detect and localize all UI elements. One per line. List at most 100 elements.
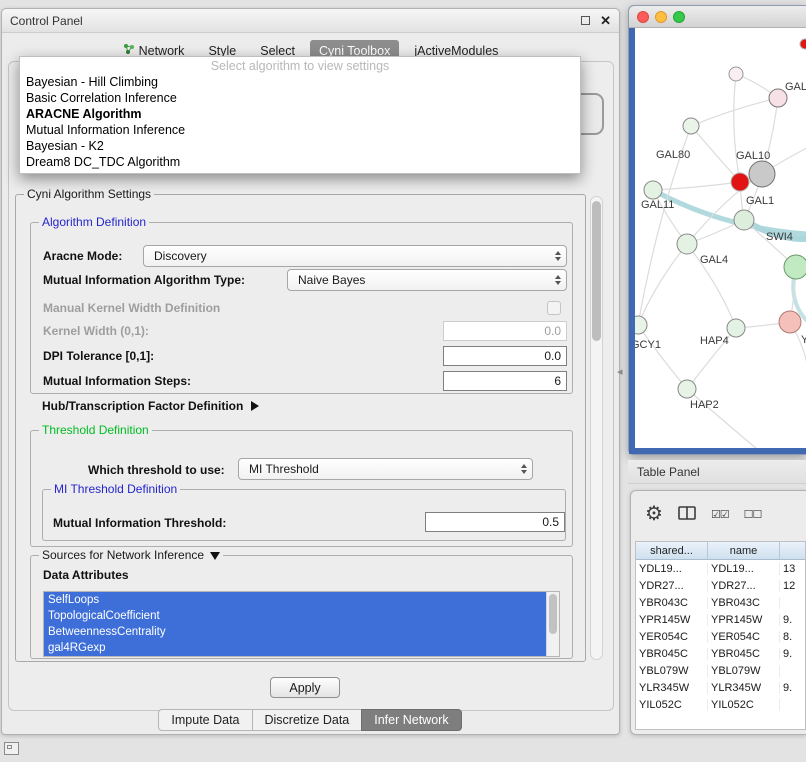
tab-discretize-data[interactable]: Discretize Data bbox=[252, 709, 363, 731]
threshold-type-select[interactable]: MI Threshold bbox=[238, 458, 533, 480]
network-node-red-node[interactable] bbox=[731, 173, 749, 191]
table-row[interactable]: YPR145WYPR145W9. bbox=[636, 611, 805, 628]
table-row[interactable]: YBL079WYBL079W bbox=[636, 662, 805, 679]
network-edge[interactable] bbox=[691, 126, 740, 182]
network-node-hap4-node[interactable] bbox=[727, 319, 745, 337]
table-cell: 9. bbox=[780, 682, 805, 694]
network-node-green-small-top[interactable] bbox=[683, 118, 699, 134]
attribute-item[interactable]: SelfLoops bbox=[44, 592, 546, 608]
algorithm-option[interactable]: Dream8 DC_TDC Algorithm bbox=[20, 154, 580, 170]
table-cell: YER054C bbox=[636, 631, 708, 643]
settings-scrollbar[interactable] bbox=[590, 196, 603, 660]
network-node-gal10-grey[interactable] bbox=[749, 161, 775, 187]
mi-threshold-field[interactable]: 0.5 bbox=[425, 512, 565, 532]
network-node-pale-top[interactable] bbox=[729, 67, 743, 81]
table-cell: YBL079W bbox=[708, 665, 780, 677]
kernel-width-field[interactable]: 0.0 bbox=[443, 321, 567, 341]
network-view-window: GALGAL80GAL10GAL11GAL1SWI4GAL4GCY1HAP4YH… bbox=[628, 5, 806, 455]
data-attributes-list[interactable]: SelfLoopsTopologicalCoefficientBetweenne… bbox=[43, 591, 560, 657]
table-cell: YLR345W bbox=[636, 682, 708, 694]
network-node-hap2-node[interactable] bbox=[678, 380, 696, 398]
settings-group-title: Cyni Algorithm Settings bbox=[24, 187, 154, 202]
minimize-window-icon[interactable] bbox=[655, 11, 667, 23]
algorithm-option[interactable]: Bayesian - K2 bbox=[20, 138, 580, 154]
network-node-swi4-node[interactable] bbox=[784, 255, 806, 279]
collapse-down-icon bbox=[210, 552, 220, 560]
cyni-settings-group: Cyni Algorithm Settings Algorithm Defini… bbox=[15, 194, 586, 662]
network-edge[interactable] bbox=[653, 182, 740, 190]
network-node-salmon-node[interactable] bbox=[779, 311, 801, 333]
manual-kernel-checkbox[interactable] bbox=[547, 301, 561, 315]
control-panel-titlebar[interactable]: Control Panel ✕ bbox=[2, 9, 619, 33]
aracne-mode-value: Discovery bbox=[154, 249, 207, 263]
show-columns-icon[interactable] bbox=[678, 506, 696, 523]
table-cell: YDL19... bbox=[708, 563, 780, 575]
apply-button[interactable]: Apply bbox=[270, 677, 340, 698]
mi-threshold-group-title: MI Threshold Definition bbox=[51, 482, 180, 497]
node-label: GAL11 bbox=[641, 199, 674, 211]
algorithm-definition-group: Algorithm Definition Aracne Mode: Discov… bbox=[30, 222, 573, 394]
algorithm-option[interactable]: ARACNE Algorithm bbox=[20, 106, 580, 122]
close-window-icon[interactable] bbox=[637, 11, 649, 23]
table-panel-title: Table Panel bbox=[637, 465, 700, 479]
attribute-item[interactable]: TopologicalCoefficient bbox=[44, 608, 546, 624]
network-node-gcy1-node[interactable] bbox=[635, 316, 647, 334]
mi-type-label: Mutual Information Algorithm Type: bbox=[43, 273, 245, 287]
node-table: shared...name YDL19...YDL19...13YDR27...… bbox=[635, 541, 806, 730]
table-cell: YBL079W bbox=[636, 665, 708, 677]
network-window-titlebar[interactable] bbox=[629, 6, 806, 28]
select-rows-icon[interactable]: ☑☑ bbox=[711, 508, 729, 521]
hub-definition-toggle[interactable]: Hub/Transcription Factor Definition bbox=[42, 398, 259, 414]
table-row[interactable]: YBR045CYBR045C9. bbox=[636, 645, 805, 662]
float-panel-icon[interactable] bbox=[581, 16, 590, 25]
aracne-mode-select[interactable]: Discovery bbox=[143, 245, 567, 267]
table-panel-titlebar[interactable]: Table Panel bbox=[628, 460, 806, 484]
network-edge[interactable] bbox=[638, 325, 687, 389]
network-node-red-edge-node[interactable] bbox=[800, 39, 806, 49]
table-cell: YBR045C bbox=[636, 648, 708, 660]
table-row[interactable]: YBR043CYBR043C bbox=[636, 594, 805, 611]
tab-infer-network[interactable]: Infer Network bbox=[361, 709, 461, 731]
mi-threshold-label: Mutual Information Threshold: bbox=[53, 516, 226, 530]
mi-threshold-group: MI Threshold Definition Mutual Informati… bbox=[42, 489, 566, 541]
mi-type-select[interactable]: Naive Bayes bbox=[287, 269, 567, 291]
table-panel-window: ⚙ ☑☑ ☐☐ shared...name YDL19...YDL19...13… bbox=[630, 490, 806, 735]
scrollbar-thumb[interactable] bbox=[592, 201, 601, 341]
network-edge[interactable] bbox=[687, 389, 757, 448]
minimized-panel-icon[interactable] bbox=[4, 742, 19, 755]
algorithm-option[interactable]: Bayesian - Hill Climbing bbox=[20, 74, 580, 90]
algorithm-option[interactable]: Mutual Information Inference bbox=[20, 122, 580, 138]
column-header[interactable]: name bbox=[708, 542, 780, 559]
node-label: GAL4 bbox=[700, 254, 728, 266]
table-cell: 9. bbox=[780, 614, 805, 626]
close-panel-icon[interactable]: ✕ bbox=[600, 14, 611, 27]
mi-steps-label: Mutual Information Steps: bbox=[43, 374, 191, 388]
network-node-gal11-node[interactable] bbox=[644, 181, 662, 199]
combo-arrows-icon bbox=[521, 464, 527, 474]
table-cell: YDR27... bbox=[636, 580, 708, 592]
attribute-list-scrollbar[interactable] bbox=[546, 592, 559, 656]
dpi-tolerance-field[interactable]: 0.0 bbox=[443, 346, 567, 366]
network-node-gal1-node[interactable] bbox=[734, 210, 754, 230]
sources-group-title[interactable]: Sources for Network Inference bbox=[39, 548, 223, 563]
unselect-rows-icon[interactable]: ☐☐ bbox=[744, 508, 762, 521]
network-node-gal4-node[interactable] bbox=[677, 234, 697, 254]
tab-impute-data[interactable]: Impute Data bbox=[158, 709, 252, 731]
attribute-item[interactable]: gal4RGexp bbox=[44, 640, 546, 656]
zoom-window-icon[interactable] bbox=[673, 11, 685, 23]
network-edge[interactable] bbox=[734, 74, 740, 182]
table-row[interactable]: YER054CYER054C8. bbox=[636, 628, 805, 645]
mi-steps-field[interactable]: 6 bbox=[443, 371, 567, 391]
table-row[interactable]: YDL19...YDL19...13 bbox=[636, 560, 805, 577]
column-header[interactable]: shared... bbox=[636, 542, 708, 559]
table-body: YDL19...YDL19...13YDR27...YDR27...12YBR0… bbox=[636, 560, 805, 713]
column-header[interactable] bbox=[780, 542, 805, 559]
algorithm-option[interactable]: Basic Correlation Inference bbox=[20, 90, 580, 106]
attribute-item[interactable]: BetweennessCentrality bbox=[44, 624, 546, 640]
network-canvas[interactable]: GALGAL80GAL10GAL11GAL1SWI4GAL4GCY1HAP4YH… bbox=[635, 28, 806, 448]
table-row[interactable]: YDR27...YDR27...12 bbox=[636, 577, 805, 594]
table-row[interactable]: YIL052CYIL052C bbox=[636, 696, 805, 713]
splitter-collapse-arrow[interactable]: ◂ bbox=[617, 365, 623, 378]
table-row[interactable]: YLR345WYLR345W9. bbox=[636, 679, 805, 696]
table-options-gear-icon[interactable]: ⚙ bbox=[645, 504, 663, 524]
